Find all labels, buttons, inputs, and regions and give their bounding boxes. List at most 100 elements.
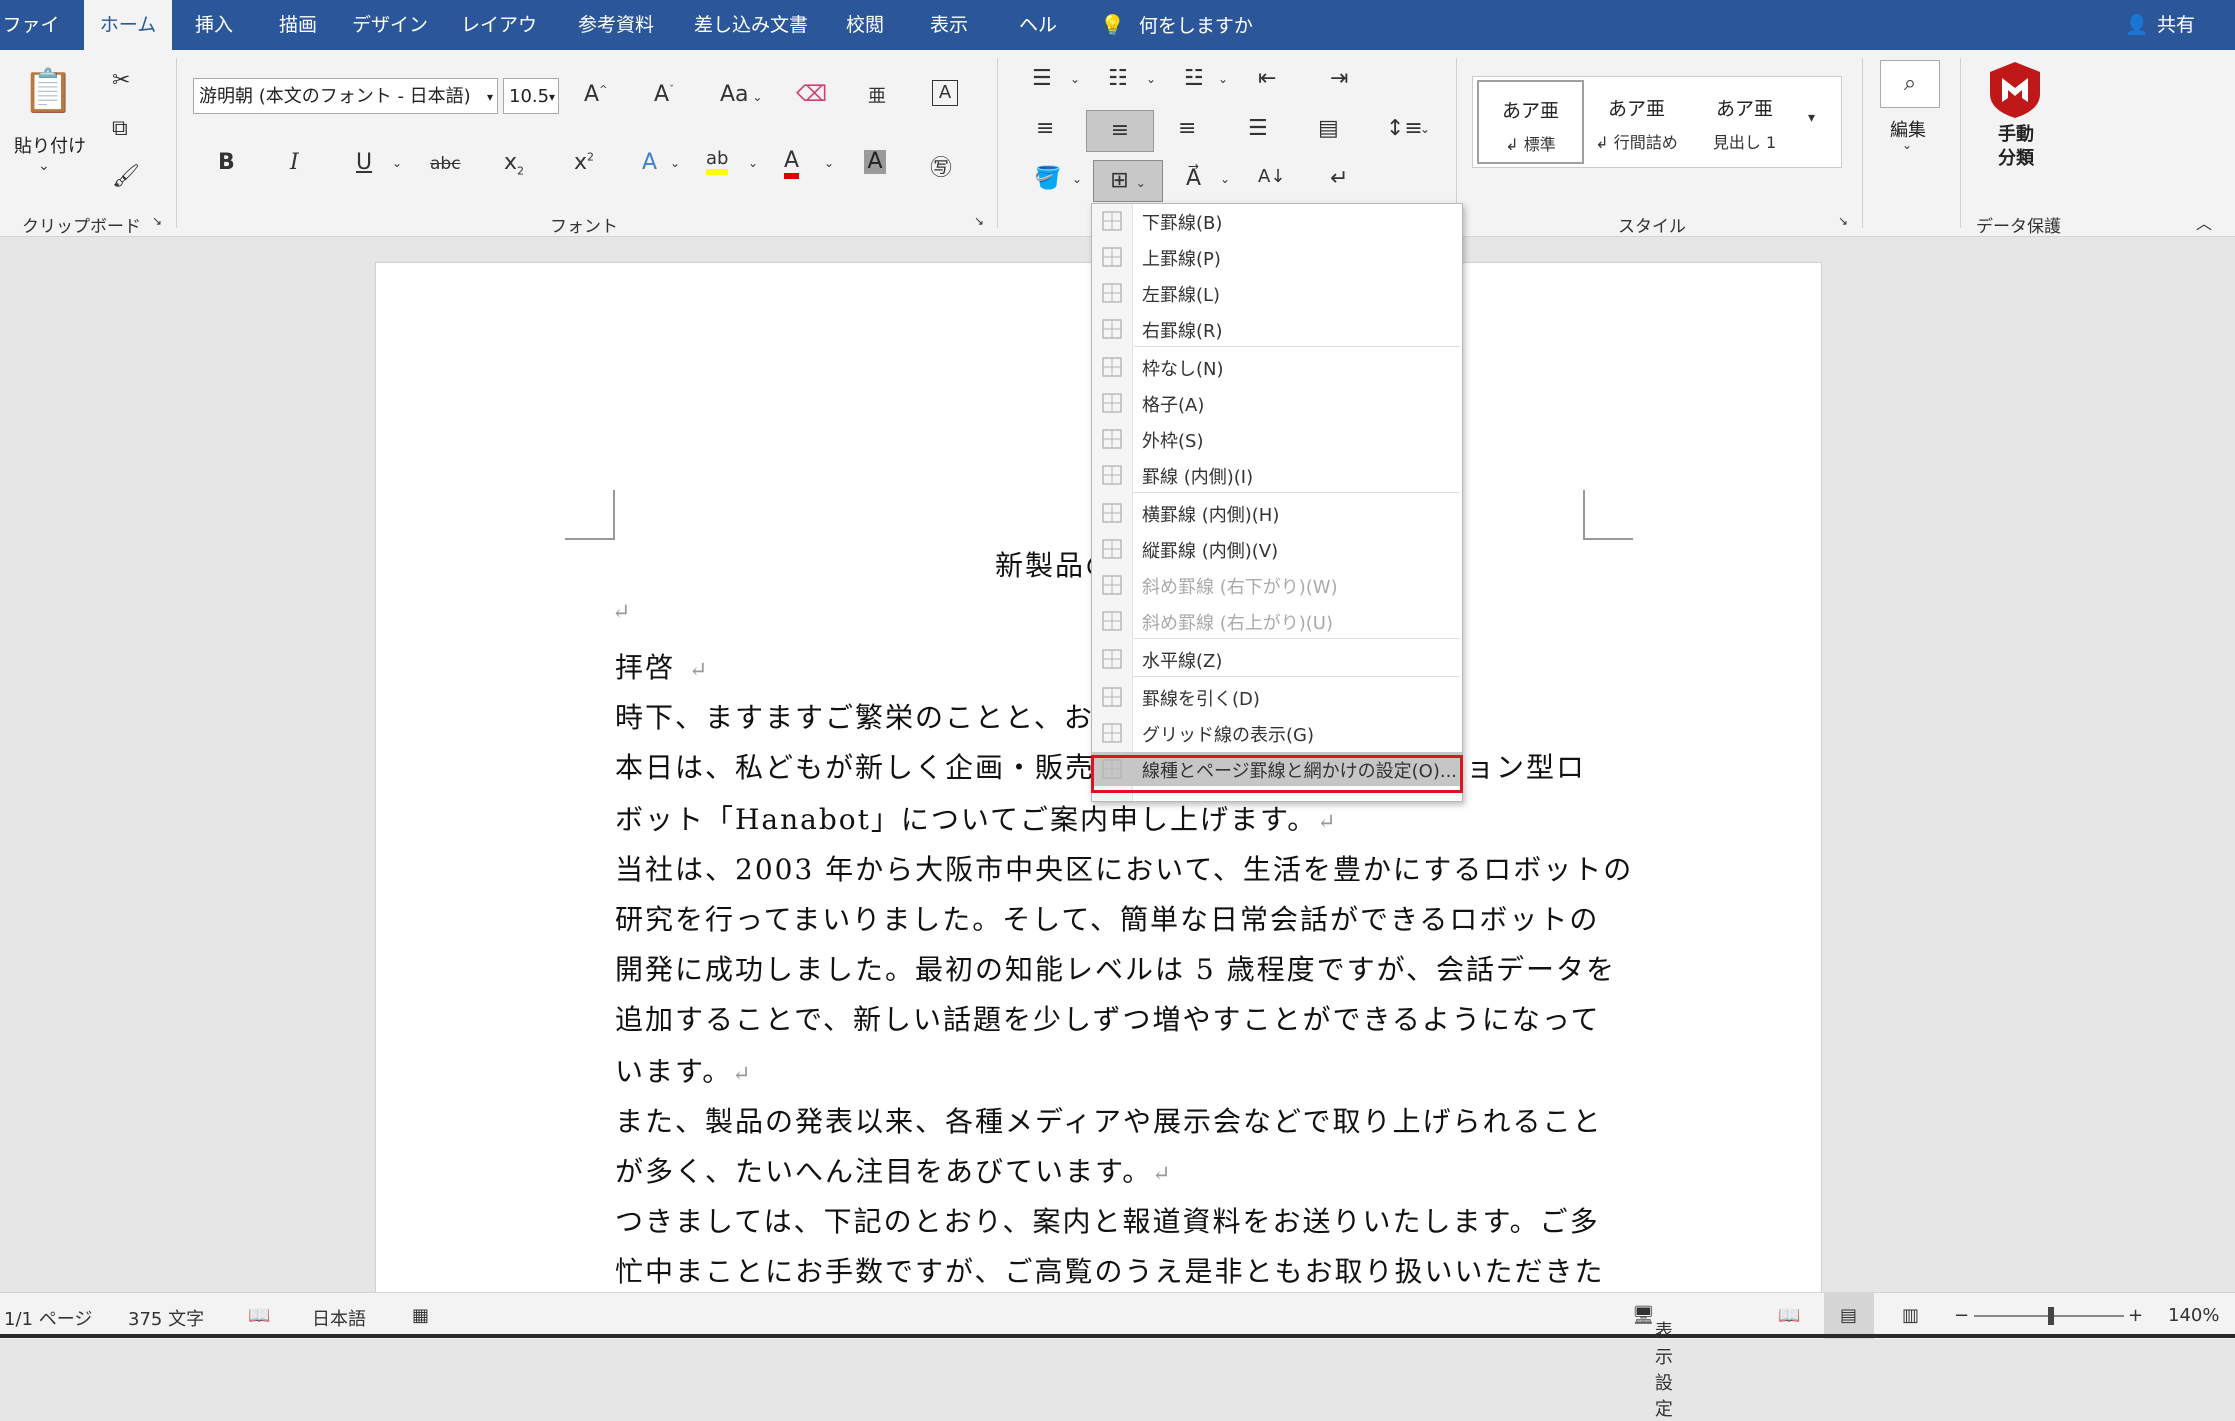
paste-button[interactable]: 貼り付け (14, 132, 86, 158)
font-size-combobox[interactable]: 10.5 ▾ (503, 78, 559, 114)
display-settings-button[interactable]: 🖥 表示設定 (1632, 1305, 1673, 1420)
decrease-indent-icon[interactable]: ⇤ (1258, 66, 1276, 91)
align-right-icon[interactable]: ≡ (1178, 116, 1196, 141)
tell-me-search[interactable]: 💡 何をしますか (1100, 0, 1253, 50)
word-count[interactable]: 375 文字 (128, 1305, 204, 1331)
border-menu-item[interactable]: 上罫線(P) (1092, 240, 1462, 274)
chevron-down-icon[interactable]: ⌄ (1070, 72, 1080, 86)
strikethrough-icon[interactable]: abc (430, 154, 461, 174)
border-menu-item[interactable]: 下罫線(B) (1092, 204, 1462, 238)
zoom-in-icon[interactable]: + (2128, 1305, 2143, 1326)
clipboard-launcher-icon[interactable]: ↘ (152, 214, 162, 228)
style-no-spacing[interactable]: あア亜 ↲ 行間詰め (1585, 80, 1688, 160)
search-icon[interactable]: ⌕ (1880, 60, 1940, 108)
subscript-icon[interactable]: x2 (504, 150, 524, 177)
chevron-down-icon[interactable]: ⌄ (1902, 138, 1912, 152)
line-spacing-icon[interactable]: ↕≡ (1386, 116, 1423, 141)
character-shading-icon[interactable]: A (864, 150, 886, 174)
tab-review[interactable]: 校閲 (842, 0, 888, 50)
document-line-2[interactable]: 本日は、私どもが新しく企画・販売 (615, 746, 1095, 786)
document-line-11[interactable]: つきましては、下記のとおり、案内と報道資料をお送りいたします。ご多 (615, 1200, 1600, 1240)
text-effects-icon[interactable]: A (642, 150, 657, 175)
font-launcher-icon[interactable]: ↘ (974, 214, 984, 228)
mcafee-shield-icon[interactable] (1988, 60, 2042, 120)
tab-references[interactable]: 参考資料 (576, 0, 656, 50)
zoom-out-icon[interactable]: − (1954, 1305, 1969, 1326)
bullets-icon[interactable]: ☰ (1032, 66, 1052, 91)
format-painter-icon[interactable]: 🖌 (112, 164, 140, 189)
document-line-5[interactable]: 研究を行ってまいりました。そして、簡単な日常会話ができるロボットの (615, 898, 1599, 938)
styles-launcher-icon[interactable]: ↘ (1838, 214, 1848, 228)
distributed-icon[interactable]: ▤ (1318, 116, 1339, 141)
chevron-down-icon[interactable]: ⌄ (1146, 72, 1156, 86)
print-layout-icon[interactable]: ▤ (1824, 1293, 1874, 1339)
asian-layout-icon[interactable]: A⃗ (1186, 166, 1201, 191)
show-hide-marks-icon[interactable]: ↵ (1330, 166, 1348, 191)
document-line-7[interactable]: 追加することで、新しい話題を少しずつ増やすことができるようになって (615, 998, 1601, 1038)
document-line-9[interactable]: また、製品の発表以来、各種メディアや展示会などで取り上げられること (615, 1100, 1602, 1140)
font-name-combobox[interactable]: 游明朝 (本文のフォント - 日本語) ▾ (193, 78, 498, 114)
document-line-8[interactable]: います。↵ (615, 1050, 753, 1090)
increase-indent-icon[interactable]: ⇥ (1330, 66, 1348, 91)
border-menu-item[interactable]: 縦罫線 (内側)(V) (1092, 532, 1462, 566)
styles-more-icon[interactable]: ▾ (1808, 110, 1815, 126)
chevron-down-icon[interactable]: ⌄ (1220, 172, 1230, 186)
style-normal[interactable]: あア亜 ↲ 標準 (1477, 80, 1584, 164)
accessibility-icon[interactable]: ▦ (412, 1305, 429, 1326)
sort-icon[interactable]: A↓ (1258, 166, 1285, 187)
chevron-down-icon[interactable]: ⌄ (1072, 172, 1082, 186)
share-button[interactable]: 👤 共有 (2125, 0, 2195, 50)
chevron-down-icon[interactable]: ⌄ (392, 156, 402, 170)
border-menu-item[interactable]: 格子(A) (1092, 386, 1462, 420)
cut-icon[interactable]: ✂ (112, 68, 130, 93)
document-line-1[interactable]: 時下、ますますご繁栄のことと、お (615, 696, 1094, 736)
tab-help[interactable]: ヘルプ (1010, 0, 1066, 86)
align-center-icon[interactable]: ≡ (1086, 110, 1154, 152)
zoom-level[interactable]: 140% (2168, 1305, 2219, 1326)
copy-icon[interactable]: ⧉ (112, 116, 128, 141)
document-line-10[interactable]: が多く、たいへん注目をあびています。↵ (615, 1150, 1173, 1190)
tab-insert[interactable]: 挿入 (188, 0, 240, 50)
change-case-icon[interactable]: Aa ⌄ (720, 82, 762, 107)
document-greeting[interactable]: 拝啓 ↵ (615, 646, 709, 686)
tab-mailings[interactable]: 差し込み文書 (694, 0, 808, 50)
border-menu-item[interactable]: 罫線 (内側)(I) (1092, 458, 1462, 492)
language-indicator[interactable]: 日本語 (312, 1305, 366, 1331)
border-menu-item[interactable]: グリッド線の表示(G) (1092, 716, 1462, 750)
numbering-icon[interactable]: ☷ (1108, 66, 1128, 91)
tab-layout[interactable]: レイアウト (456, 0, 542, 86)
border-menu-item[interactable]: 左罫線(L) (1092, 276, 1462, 310)
read-mode-icon[interactable]: 📖 (1778, 1305, 1800, 1326)
chevron-down-icon[interactable]: ⌄ (670, 156, 680, 170)
shrink-font-icon[interactable]: Aˇ (654, 82, 674, 107)
web-layout-icon[interactable]: ▥ (1902, 1305, 1919, 1326)
align-left-icon[interactable]: ≡ (1036, 116, 1054, 141)
page-count[interactable]: 1/1 ページ (4, 1305, 92, 1331)
document-line-4[interactable]: 当社は、2003 年から大阪市中央区において、生活を豊かにするロボットの (615, 848, 1633, 888)
tab-view[interactable]: 表示 (924, 0, 974, 50)
paste-icon[interactable]: 📋 (22, 66, 74, 116)
border-menu-item[interactable]: 水平線(Z) (1092, 642, 1462, 676)
underline-icon[interactable]: U (356, 150, 372, 175)
document-line-3[interactable]: ボット「Hanabot」についてご案内申し上げます。↵ (615, 798, 1338, 838)
proofing-icon[interactable]: 📖 (248, 1305, 270, 1326)
tab-draw[interactable]: 描画 (272, 0, 324, 50)
document-line-2-tail[interactable]: ョン型ロ (1466, 746, 1586, 786)
chevron-down-icon[interactable]: ⌄ (748, 156, 758, 170)
border-menu-item[interactable]: 罫線を引く(D) (1092, 680, 1462, 714)
zoom-slider-thumb[interactable] (2048, 1307, 2054, 1325)
tab-home[interactable]: ホーム (84, 0, 172, 50)
tab-design[interactable]: デザイン (352, 0, 428, 50)
tab-file[interactable]: ファイル (0, 0, 62, 86)
italic-icon[interactable]: I (290, 150, 299, 175)
paste-dropdown-icon[interactable]: ⌄ (38, 158, 50, 174)
style-heading-1[interactable]: あア亜 見出し 1 (1693, 80, 1796, 160)
font-color-icon[interactable]: A (784, 148, 800, 179)
chevron-down-icon[interactable]: ⌄ (824, 156, 834, 170)
document-line-6[interactable]: 開発に成功しました。最初の知能レベルは 5 歳程度ですが、会話データを (615, 948, 1616, 988)
border-menu-item[interactable]: 横罫線 (内側)(H) (1092, 496, 1462, 530)
clear-formatting-icon[interactable]: ⌫ (796, 82, 827, 107)
character-border-icon[interactable]: A (932, 80, 958, 106)
bold-icon[interactable]: B (218, 150, 235, 175)
chevron-down-icon[interactable]: ⌄ (1420, 122, 1430, 136)
